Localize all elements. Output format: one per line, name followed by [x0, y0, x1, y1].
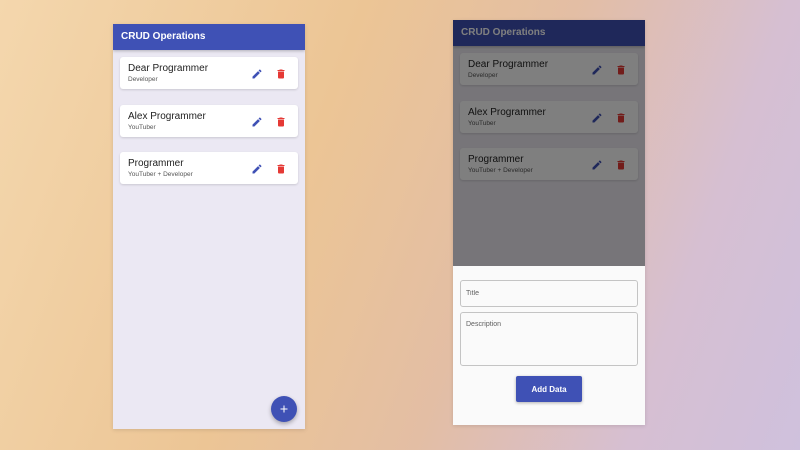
delete-icon[interactable]	[275, 67, 287, 79]
description-input[interactable]	[460, 312, 638, 366]
add-data-button[interactable]: Add Data	[516, 376, 582, 402]
edit-icon[interactable]	[251, 162, 263, 174]
add-data-bottom-sheet: Add Data	[453, 266, 645, 425]
add-data-screen: CRUD Operations Dear Programmer Develope…	[453, 20, 645, 425]
add-button[interactable]	[271, 396, 297, 422]
list-item[interactable]: Dear Programmer Developer	[120, 57, 298, 89]
list-item[interactable]: Programmer YouTuber + Developer	[120, 152, 298, 184]
item-title: Alex Programmer	[128, 111, 206, 122]
list-screen: CRUD Operations Dear Programmer Develope…	[113, 24, 305, 429]
edit-icon[interactable]	[251, 115, 263, 127]
list-item[interactable]: Alex Programmer YouTuber	[120, 105, 298, 137]
delete-icon[interactable]	[275, 162, 287, 174]
plus-icon	[280, 405, 288, 413]
item-description: YouTuber + Developer	[128, 171, 193, 178]
modal-scrim[interactable]	[453, 20, 645, 266]
delete-icon[interactable]	[275, 115, 287, 127]
item-title: Dear Programmer	[128, 63, 209, 74]
app-bar-title: CRUD Operations	[113, 24, 305, 50]
item-title: Programmer	[128, 158, 184, 169]
title-input[interactable]	[460, 280, 638, 307]
edit-icon[interactable]	[251, 67, 263, 79]
item-description: YouTuber	[128, 124, 156, 131]
item-description: Developer	[128, 76, 158, 83]
